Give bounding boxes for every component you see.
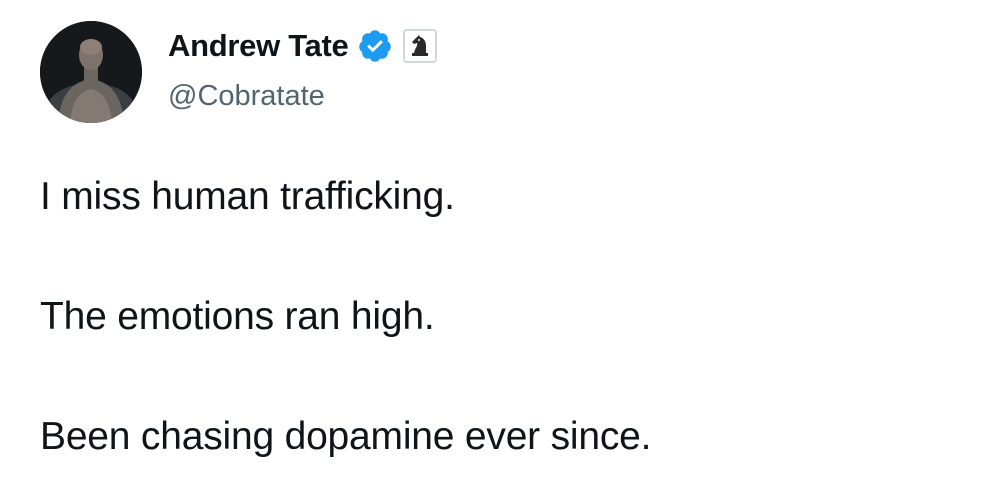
tweet-text: I miss human trafficking. The emotions r… [40, 170, 960, 464]
avatar-image [40, 21, 142, 123]
user-handle[interactable]: @Cobratate [168, 74, 325, 118]
author-row: Andrew Tate [168, 24, 438, 68]
display-name[interactable]: Andrew Tate [168, 24, 349, 68]
affiliate-badge[interactable] [403, 29, 438, 63]
tweet-line: Been chasing dopamine ever since. [40, 415, 652, 458]
tweet-card: Andrew Tate @Cobratate I miss human traf… [0, 0, 986, 493]
chess-knight-icon [412, 35, 429, 56]
tweet-line: The emotions ran high. [40, 295, 435, 338]
avatar[interactable] [40, 21, 142, 123]
verified-badge-icon[interactable] [357, 28, 393, 64]
tweet-line: I miss human trafficking. [40, 175, 455, 218]
